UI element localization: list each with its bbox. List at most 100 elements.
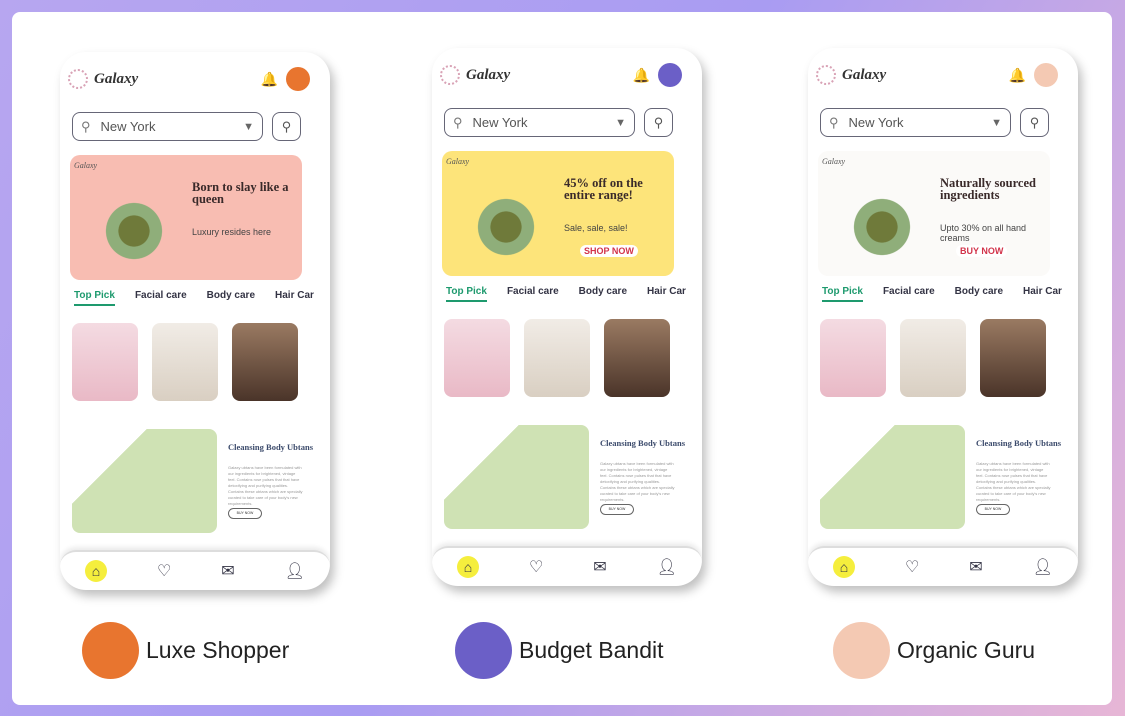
heart-icon[interactable]: ♡ bbox=[905, 557, 919, 577]
location-select[interactable]: ⚲ New York ▼ bbox=[72, 112, 263, 141]
location-pin-icon: ⚲ bbox=[829, 114, 839, 130]
banner-logo: Galaxy bbox=[446, 157, 470, 166]
banner-cta-button[interactable]: BUY NOW bbox=[956, 245, 1008, 257]
product-card[interactable] bbox=[820, 319, 886, 397]
promo-banner[interactable]: Galaxy Naturally sourced ingredients Upt… bbox=[818, 151, 1050, 276]
bell-icon[interactable]: 🔔 bbox=[633, 67, 650, 84]
search-icon: ⚲ bbox=[281, 118, 292, 134]
logo-icon bbox=[68, 69, 88, 89]
search-button[interactable]: ⚲ bbox=[272, 112, 301, 141]
user-icon[interactable]: 👤︎ bbox=[1033, 557, 1053, 577]
persona-label: Luxe Shopper bbox=[82, 622, 289, 679]
user-icon[interactable]: 👤︎ bbox=[657, 557, 677, 577]
search-button[interactable]: ⚲ bbox=[1020, 108, 1049, 137]
location-value: New York bbox=[472, 115, 528, 130]
avatar[interactable] bbox=[658, 63, 682, 87]
tab-2[interactable]: Body care bbox=[955, 286, 1003, 302]
location-value: New York bbox=[848, 115, 904, 130]
buy-now-button[interactable]: BUY NOW bbox=[976, 504, 1010, 515]
feature-title: Cleansing Body Ubtans bbox=[600, 438, 686, 448]
location-pin-icon: ⚲ bbox=[81, 118, 91, 134]
feature-body: Galaxy ubtans have been formulated with … bbox=[600, 461, 675, 502]
product-card[interactable] bbox=[524, 319, 590, 397]
search-icon: ⚲ bbox=[653, 114, 664, 130]
tab-0[interactable]: Top Pick bbox=[446, 286, 487, 302]
tab-2[interactable]: Body care bbox=[579, 286, 627, 302]
product-card[interactable] bbox=[604, 319, 670, 397]
category-tabs: Top Pick Facial care Body care Hair Car bbox=[74, 290, 314, 306]
tab-1[interactable]: Facial care bbox=[507, 286, 559, 302]
tab-3[interactable]: Hair Car bbox=[1023, 286, 1062, 302]
product-image bbox=[84, 183, 184, 263]
feature-image bbox=[820, 425, 965, 529]
chevron-down-icon: ▼ bbox=[243, 120, 254, 133]
phone-mockup: Galaxy 🔔 ⚲ New York ▼ ⚲ Galaxy Born to sla… bbox=[60, 52, 330, 590]
tab-0[interactable]: Top Pick bbox=[822, 286, 863, 302]
search-button[interactable]: ⚲ bbox=[644, 108, 673, 137]
product-list bbox=[820, 319, 1046, 397]
product-card[interactable] bbox=[444, 319, 510, 397]
phone-mockup: Galaxy 🔔 ⚲ New York ▼ ⚲ Galaxy Naturally s… bbox=[808, 48, 1078, 586]
banner-title: 45% off on the entire range! bbox=[564, 176, 643, 202]
app-logo: Galaxy bbox=[94, 70, 139, 87]
inbox-icon[interactable]: ✉ bbox=[969, 557, 982, 577]
product-list bbox=[72, 323, 298, 401]
tab-1[interactable]: Facial care bbox=[135, 290, 187, 306]
tab-3[interactable]: Hair Car bbox=[647, 286, 686, 302]
banner-subtitle: Sale, sale, sale! bbox=[564, 223, 628, 233]
location-pin-icon: ⚲ bbox=[453, 114, 463, 130]
bottom-nav: ⌂ ♡ ✉ 👤︎ bbox=[808, 546, 1078, 586]
feature-body: Galaxy ubtans have been formulated with … bbox=[976, 461, 1051, 502]
home-icon[interactable]: ⌂ bbox=[832, 556, 855, 578]
banner-cta-button[interactable]: SHOP NOW bbox=[580, 245, 638, 257]
location-select[interactable]: ⚲ New York ▼ bbox=[444, 108, 635, 137]
app-logo: Galaxy bbox=[466, 66, 511, 83]
product-card[interactable] bbox=[980, 319, 1046, 397]
product-image bbox=[456, 179, 556, 259]
inbox-icon[interactable]: ✉ bbox=[593, 557, 606, 577]
persona-label: Budget Bandit bbox=[455, 622, 664, 679]
chevron-down-icon: ▼ bbox=[991, 116, 1002, 129]
app-logo: Galaxy bbox=[842, 66, 887, 83]
heart-icon[interactable]: ♡ bbox=[529, 557, 543, 577]
inbox-icon[interactable]: ✉ bbox=[221, 561, 234, 581]
persona-name: Organic Guru bbox=[897, 637, 1036, 663]
buy-now-button[interactable]: BUY NOW bbox=[228, 508, 262, 519]
avatar[interactable] bbox=[1034, 63, 1058, 87]
bell-icon[interactable]: 🔔 bbox=[1009, 67, 1026, 84]
feature-body: Galaxy ubtans have been formulated with … bbox=[228, 465, 303, 506]
persona-avatar bbox=[455, 622, 512, 679]
bottom-nav: ⌂ ♡ ✉ 👤︎ bbox=[432, 546, 702, 586]
product-card[interactable] bbox=[900, 319, 966, 397]
persona-avatar bbox=[82, 622, 139, 679]
home-icon[interactable]: ⌂ bbox=[456, 556, 479, 578]
banner-subtitle: Upto 30% on all hand creams bbox=[940, 223, 1027, 243]
banner-title: Born to slay like a queen bbox=[192, 180, 289, 206]
buy-now-button[interactable]: BUY NOW bbox=[600, 504, 634, 515]
feature-image bbox=[444, 425, 589, 529]
banner-logo: Galaxy bbox=[822, 157, 846, 166]
persona-name: Luxe Shopper bbox=[146, 637, 290, 663]
bell-icon[interactable]: 🔔 bbox=[261, 71, 278, 88]
tab-3[interactable]: Hair Car bbox=[275, 290, 314, 306]
location-value: New York bbox=[100, 119, 156, 134]
persona-name: Budget Bandit bbox=[519, 637, 664, 663]
promo-banner[interactable]: Galaxy 45% off on the entire range! Sale… bbox=[442, 151, 674, 276]
location-select[interactable]: ⚲ New York ▼ bbox=[820, 108, 1011, 137]
heart-icon[interactable]: ♡ bbox=[157, 561, 171, 581]
app-header: Galaxy 🔔 bbox=[816, 62, 1058, 88]
persona-avatar bbox=[833, 622, 890, 679]
chevron-down-icon: ▼ bbox=[615, 116, 626, 129]
tab-2[interactable]: Body care bbox=[207, 290, 255, 306]
user-icon[interactable]: 👤︎ bbox=[285, 561, 305, 581]
product-card[interactable] bbox=[72, 323, 138, 401]
tab-0[interactable]: Top Pick bbox=[74, 290, 115, 306]
home-icon[interactable]: ⌂ bbox=[84, 560, 107, 582]
product-card[interactable] bbox=[152, 323, 218, 401]
presentation-card: Galaxy 🔔 ⚲ New York ▼ ⚲ Galaxy Born to sla… bbox=[12, 12, 1112, 705]
product-card[interactable] bbox=[232, 323, 298, 401]
tab-1[interactable]: Facial care bbox=[883, 286, 935, 302]
avatar[interactable] bbox=[286, 67, 310, 91]
banner-logo: Galaxy bbox=[74, 161, 98, 170]
promo-banner[interactable]: Galaxy Born to slay like a queen Luxury … bbox=[70, 155, 302, 280]
